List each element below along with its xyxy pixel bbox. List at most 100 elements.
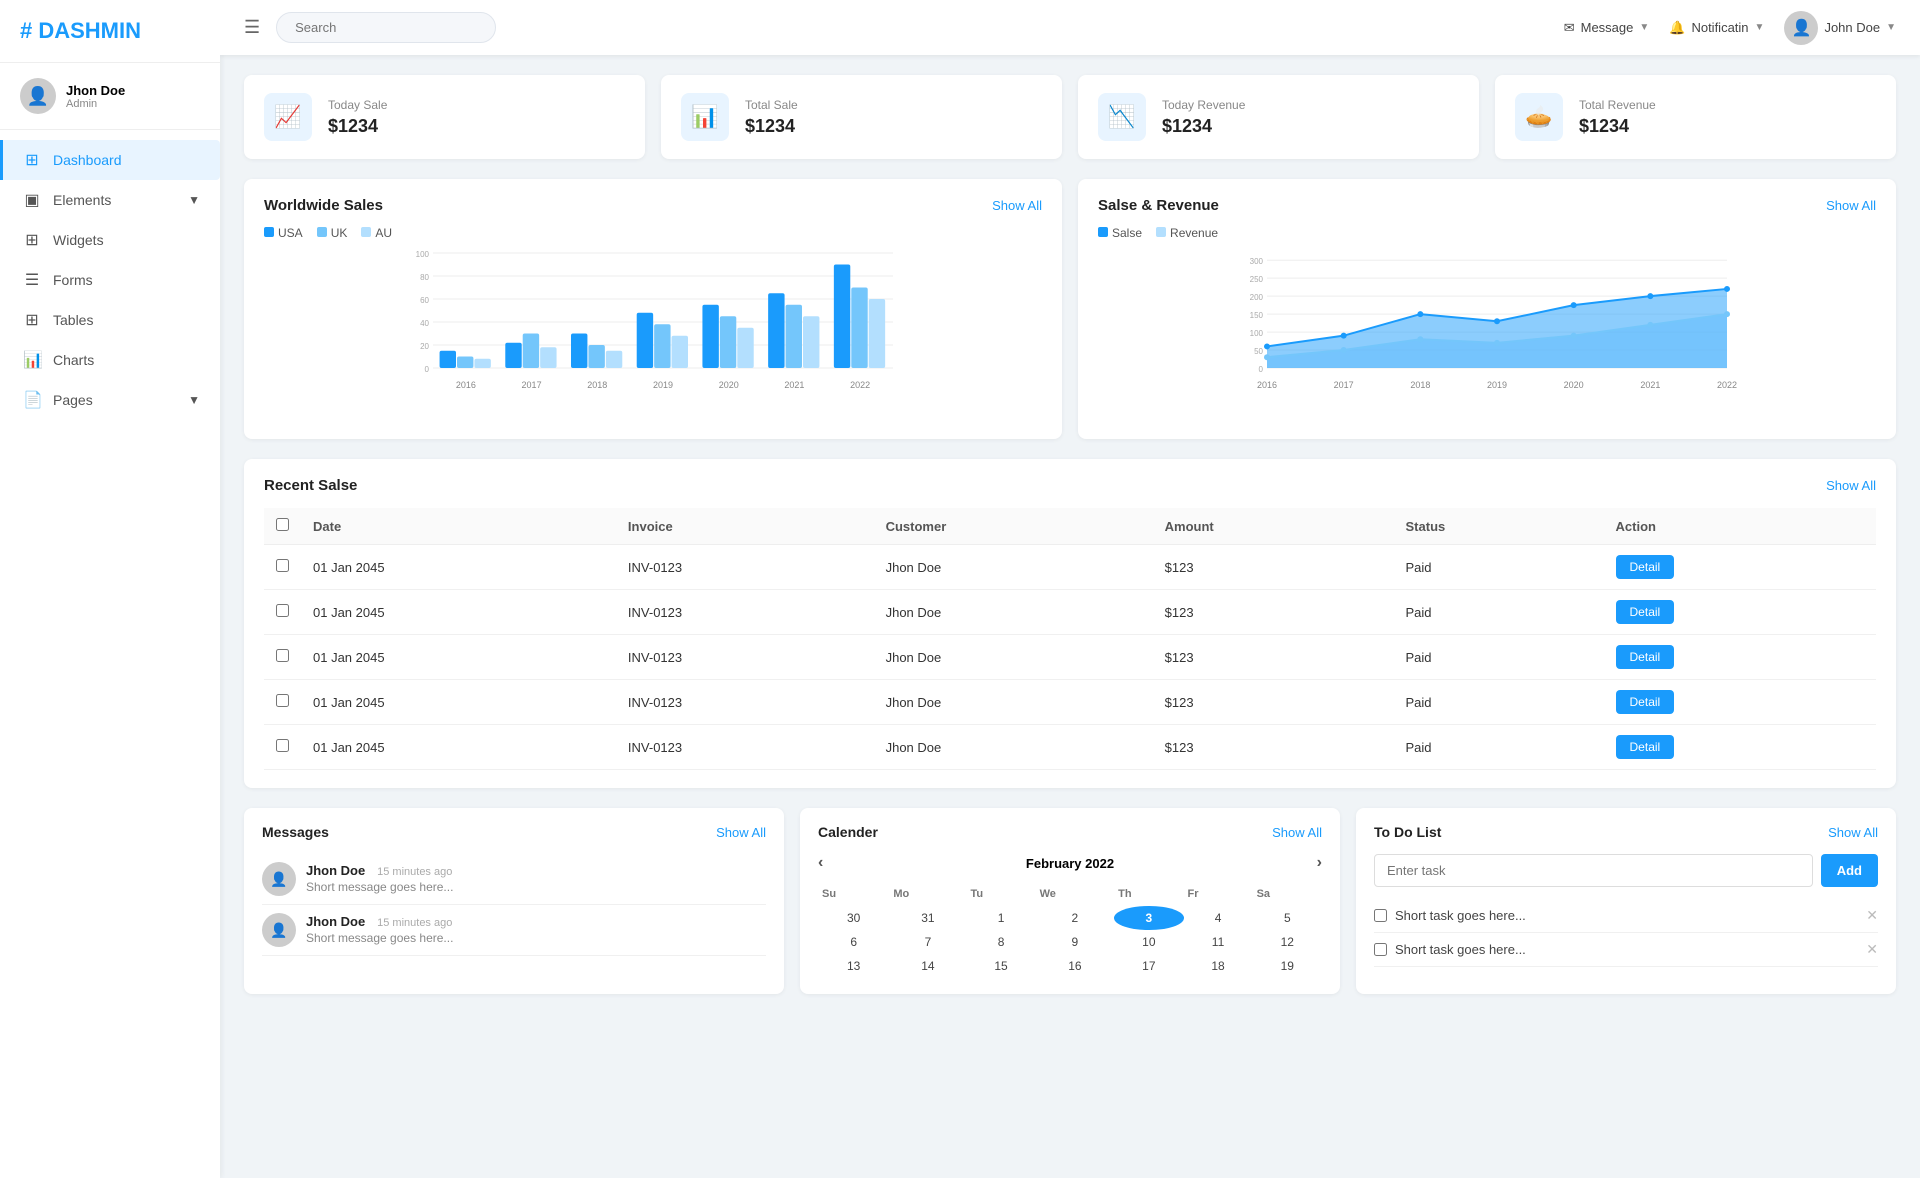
svg-text:40: 40 <box>420 319 429 328</box>
calendar-day-2-5[interactable]: 18 <box>1184 954 1253 978</box>
todo-checkbox-0[interactable] <box>1374 909 1387 922</box>
detail-button-0[interactable]: Detail <box>1616 555 1675 579</box>
worldwide-sales-show-all[interactable]: Show All <box>992 198 1042 213</box>
message-button[interactable]: ✉ Message ▼ <box>1564 20 1650 36</box>
calendar-day-0-0[interactable]: 30 <box>818 906 889 930</box>
sidebar-item-widgets[interactable]: ⊞ Widgets <box>0 220 220 260</box>
pages-icon: 📄 <box>23 390 41 410</box>
user-menu-button[interactable]: 👤 John Doe ▼ <box>1784 11 1896 45</box>
sidebar-item-pages[interactable]: 📄 Pages ▼ <box>0 380 220 420</box>
sales-revenue-header: Salse & Revenue Show All <box>1098 197 1876 214</box>
table-row: 01 Jan 2045 INV-0123 Jhon Doe $123 Paid … <box>264 680 1876 725</box>
sidebar-item-charts[interactable]: 📊 Charts <box>0 340 220 380</box>
sidebar-item-tables[interactable]: ⊞ Tables <box>0 300 220 340</box>
calendar-day-1-5[interactable]: 11 <box>1184 930 1253 954</box>
svg-text:2019: 2019 <box>653 380 673 390</box>
row-checkbox-3[interactable] <box>276 694 289 707</box>
calendar-day-2-3[interactable]: 16 <box>1036 954 1115 978</box>
row-checkbox-1[interactable] <box>276 604 289 617</box>
chevron-down-icon: ▼ <box>1886 22 1896 33</box>
recent-sales-title: Recent Salse <box>264 477 357 494</box>
calendar-card: Calender Show All ‹ February 2022 › SuMo… <box>800 808 1340 994</box>
stat-card-2: 📉 Today Revenue $1234 <box>1078 75 1479 159</box>
detail-button-3[interactable]: Detail <box>1616 690 1675 714</box>
detail-button-4[interactable]: Detail <box>1616 735 1675 759</box>
calendar-day-2-0[interactable]: 13 <box>818 954 889 978</box>
widgets-icon: ⊞ <box>23 230 41 250</box>
calendar-day-0-2[interactable]: 1 <box>967 906 1036 930</box>
stat-icon-2: 📉 <box>1098 93 1146 141</box>
calendar-day-0-1[interactable]: 31 <box>889 906 966 930</box>
svg-text:0: 0 <box>1259 365 1264 374</box>
calendar-day-2-4[interactable]: 17 <box>1114 954 1183 978</box>
todo-delete-button-0[interactable]: ✕ <box>1866 907 1878 924</box>
detail-button-2[interactable]: Detail <box>1616 645 1675 669</box>
sidebar-label-forms: Forms <box>53 272 93 288</box>
detail-button-1[interactable]: Detail <box>1616 600 1675 624</box>
calendar-prev-button[interactable]: ‹ <box>818 854 823 872</box>
calendar-day-1-6[interactable]: 12 <box>1253 930 1322 954</box>
notification-label: Notificatin <box>1691 20 1748 35</box>
sidebar-item-forms[interactable]: ☰ Forms <box>0 260 220 300</box>
recent-sales-header: Recent Salse Show All <box>264 477 1876 494</box>
calendar-day-1-4[interactable]: 10 <box>1114 930 1183 954</box>
recent-sales-show-all[interactable]: Show All <box>1826 478 1876 493</box>
stat-label-3: Total Revenue <box>1579 98 1656 112</box>
content-area: 📈 Today Sale $1234 📊 Total Sale $1234 📉 … <box>220 55 1920 1178</box>
messages-title: Messages <box>262 824 329 840</box>
cell-status-1: Paid <box>1394 590 1604 635</box>
message-name-1: Jhon Doe <box>306 914 365 929</box>
worldwide-sales-header: Worldwide Sales Show All <box>264 197 1042 214</box>
cell-status-4: Paid <box>1394 725 1604 770</box>
todo-delete-button-1[interactable]: ✕ <box>1866 941 1878 958</box>
stat-label-0: Today Sale <box>328 98 387 112</box>
cell-date-2: 01 Jan 2045 <box>301 635 616 680</box>
message-item-1: 👤 Jhon Doe 15 minutes ago Short message … <box>262 905 766 956</box>
row-checkbox-2[interactable] <box>276 649 289 662</box>
cell-invoice-4: INV-0123 <box>616 725 874 770</box>
calendar-day-2-1[interactable]: 14 <box>889 954 966 978</box>
calendar-day-0-5[interactable]: 4 <box>1184 906 1253 930</box>
messages-card: Messages Show All 👤 Jhon Doe 15 minutes … <box>244 808 784 994</box>
svg-text:2021: 2021 <box>1640 380 1660 390</box>
row-checkbox-4[interactable] <box>276 739 289 752</box>
menu-icon[interactable]: ☰ <box>244 17 260 38</box>
main-area: ☰ ✉ Message ▼ 🔔 Notificatin ▼ 👤 John Doe… <box>220 0 1920 1178</box>
calendar-grid: SuMoTuWeThFrSa30311234567891011121314151… <box>818 882 1322 978</box>
stat-label-2: Today Revenue <box>1162 98 1245 112</box>
messages-header: Messages Show All <box>262 824 766 840</box>
svg-text:2022: 2022 <box>1717 380 1737 390</box>
calendar-title: Calender <box>818 824 878 840</box>
calendar-day-0-6[interactable]: 5 <box>1253 906 1322 930</box>
sidebar-nav: ⊞ Dashboard ▣ Elements ▼⊞ Widgets ☰ Form… <box>0 130 220 1178</box>
todo-add-button[interactable]: Add <box>1821 854 1878 887</box>
todo-checkbox-1[interactable] <box>1374 943 1387 956</box>
calendar-day-1-3[interactable]: 9 <box>1036 930 1115 954</box>
todo-show-all[interactable]: Show All <box>1828 825 1878 840</box>
calendar-day-header: Th <box>1114 882 1183 906</box>
search-input[interactable] <box>276 12 496 43</box>
todo-input[interactable] <box>1374 854 1813 887</box>
sidebar-item-elements[interactable]: ▣ Elements ▼ <box>0 180 220 220</box>
calendar-day-1-1[interactable]: 7 <box>889 930 966 954</box>
row-checkbox-0[interactable] <box>276 559 289 572</box>
svg-text:80: 80 <box>420 273 429 282</box>
select-all-checkbox[interactable] <box>276 518 289 531</box>
calendar-day-2-6[interactable]: 19 <box>1253 954 1322 978</box>
cell-customer-4: Jhon Doe <box>874 725 1153 770</box>
calendar-day-0-3[interactable]: 2 <box>1036 906 1115 930</box>
sales-revenue-show-all[interactable]: Show All <box>1826 198 1876 213</box>
notification-button[interactable]: 🔔 Notificatin ▼ <box>1669 20 1764 36</box>
calendar-day-1-2[interactable]: 8 <box>967 930 1036 954</box>
messages-show-all[interactable]: Show All <box>716 825 766 840</box>
calendar-next-button[interactable]: › <box>1317 854 1322 872</box>
table-col-1: Date <box>301 508 616 545</box>
calendar-day-1-0[interactable]: 6 <box>818 930 889 954</box>
calendar-day-0-4[interactable]: 3 <box>1114 906 1183 930</box>
calendar-show-all[interactable]: Show All <box>1272 825 1322 840</box>
calendar-day-2-2[interactable]: 15 <box>967 954 1036 978</box>
sidebar-label-pages: Pages <box>53 392 93 408</box>
sales-revenue-title: Salse & Revenue <box>1098 197 1219 214</box>
sidebar-item-dashboard[interactable]: ⊞ Dashboard <box>0 140 220 180</box>
sales-revenue-chart: 0501001502002503002016201720182019202020… <box>1098 248 1876 421</box>
